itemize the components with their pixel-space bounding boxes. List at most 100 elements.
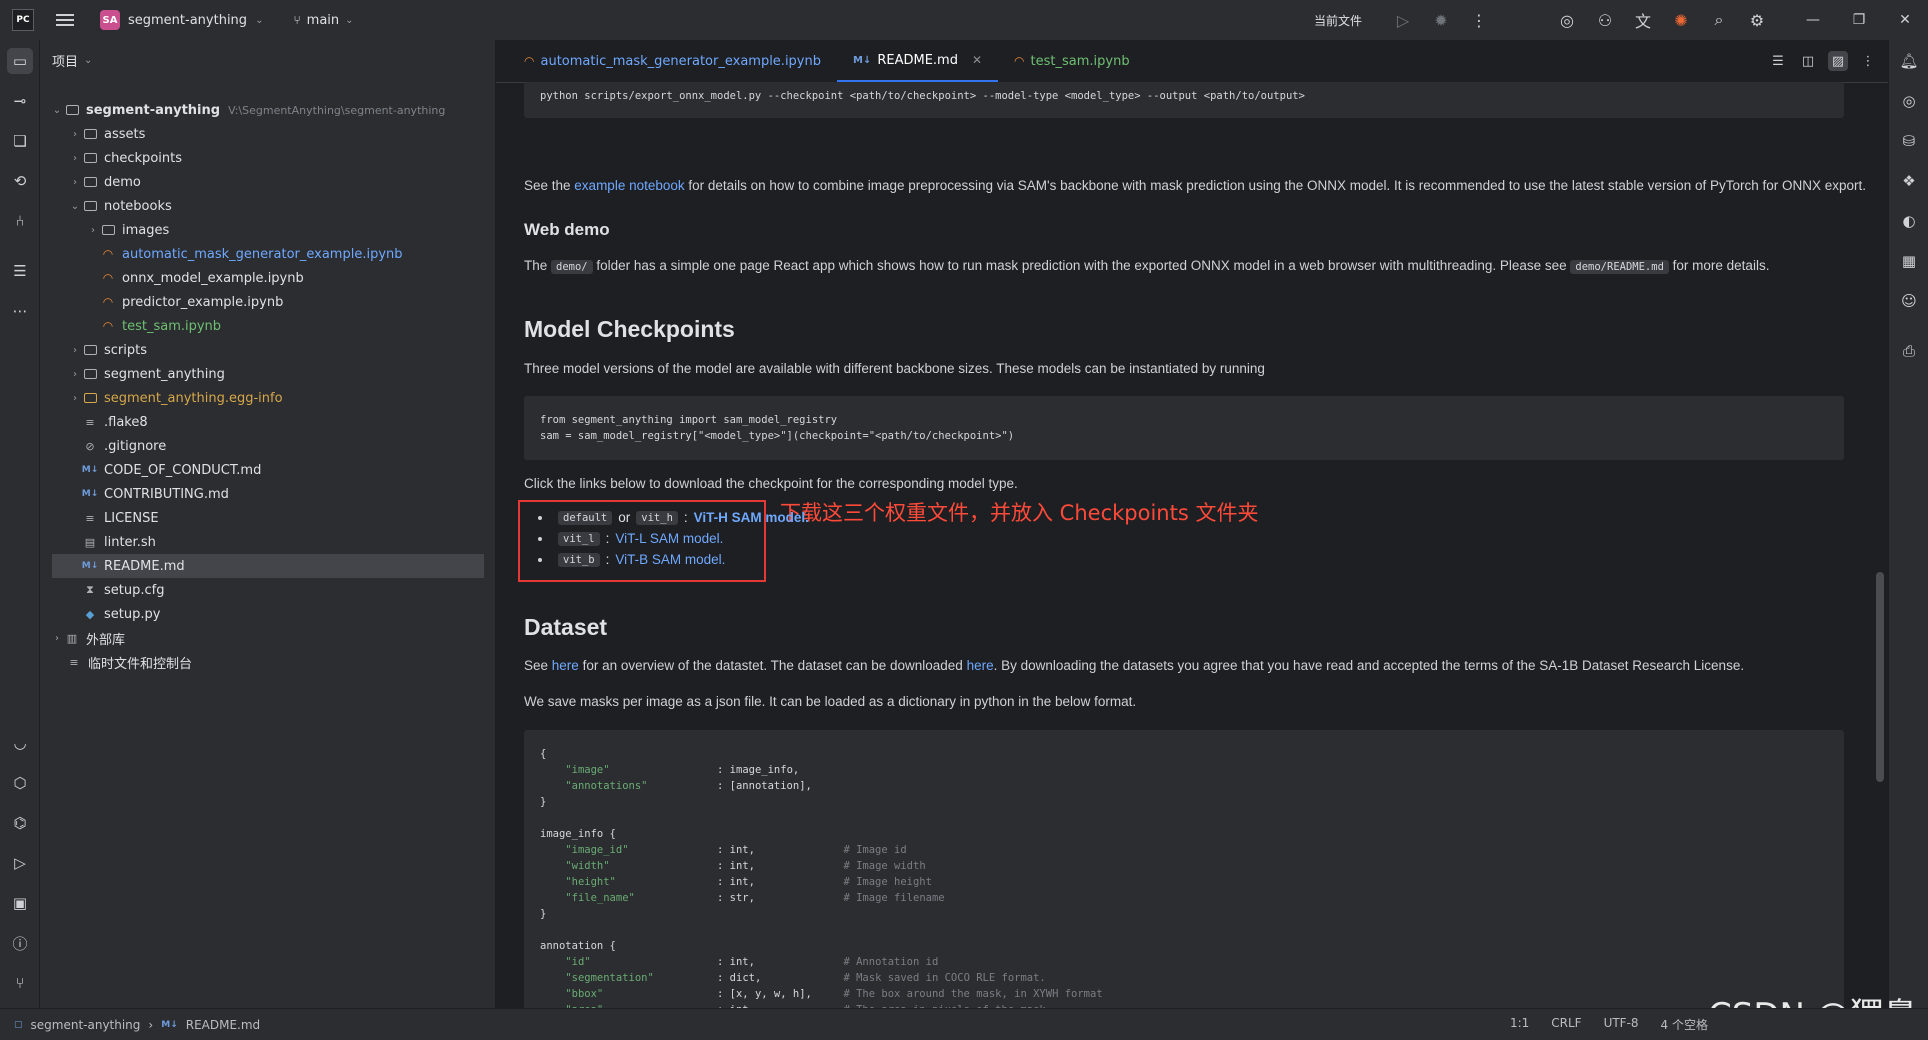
problems-icon[interactable]: ⓘ xyxy=(7,930,33,956)
tree-item-images[interactable]: › images xyxy=(86,218,526,242)
example-notebook-link[interactable]: example notebook xyxy=(574,178,684,193)
tree-item-demo[interactable]: › demo xyxy=(68,170,508,194)
tree-item-file[interactable]: ◆ setup.py xyxy=(82,602,522,626)
tree-item-file[interactable]: ≡ .flake8 xyxy=(82,410,522,434)
tree-item-notebooks[interactable]: ⌄ notebooks xyxy=(68,194,508,218)
tree-item-assets[interactable]: › assets xyxy=(68,122,508,146)
tree-item-scratches[interactable]: ≡ 临时文件和控制台 xyxy=(66,650,506,674)
git-icon[interactable]: ⑂ xyxy=(7,970,33,996)
debug-icon[interactable]: ✹ xyxy=(1430,9,1452,31)
python-packages-icon[interactable]: ⌬ xyxy=(7,810,33,836)
pycharm-logo-icon[interactable]: PC xyxy=(12,9,34,31)
pull-request-icon[interactable]: ⑃ xyxy=(7,208,33,234)
chevron-right-icon[interactable]: › xyxy=(86,225,100,236)
ai-assistant-icon[interactable]: ◎ xyxy=(1556,9,1578,31)
tree-item-file[interactable]: ⧗ setup.cfg xyxy=(82,578,522,602)
tab-readme[interactable]: M↓ README.md ✕ xyxy=(837,40,999,82)
paragraph-click-links: Click the links below to download the ch… xyxy=(524,476,1018,491)
run-icon[interactable]: ▷ xyxy=(1392,9,1414,31)
tree-item-segment-anything[interactable]: › segment_anything xyxy=(68,362,508,386)
chevron-right-icon[interactable]: › xyxy=(68,369,82,380)
indent-setting[interactable]: 4 个空格 xyxy=(1661,1016,1708,1033)
minimize-button[interactable]: — xyxy=(1790,0,1836,40)
tree-item-file[interactable]: ▤ linter.sh xyxy=(82,530,522,554)
chevron-right-icon[interactable]: › xyxy=(68,177,82,188)
chevron-right-icon[interactable]: › xyxy=(68,393,82,404)
vit-b-link[interactable]: ViT-B SAM model. xyxy=(615,552,725,567)
notifications-bell-icon[interactable]: 🔔︎ xyxy=(1896,48,1922,74)
tree-item-notebook-file[interactable]: ◠ automatic_mask_generator_example.ipynb xyxy=(100,242,540,266)
paragraph-example: See the example notebook for details on … xyxy=(524,178,1866,193)
structure-icon[interactable]: ☰ xyxy=(7,258,33,284)
project-switcher[interactable]: SA segment-anything ⌄ xyxy=(100,10,263,30)
tab-test-sam[interactable]: ◠ test_sam.ipynb xyxy=(998,40,1146,82)
more-icon[interactable]: ⋮ xyxy=(1858,51,1878,71)
vit-h-link[interactable]: ViT-H SAM model. xyxy=(694,510,809,525)
main-menu-icon[interactable] xyxy=(56,14,74,26)
dataset-download-link[interactable]: here xyxy=(967,658,994,673)
plugin-sun-icon[interactable]: ✺ xyxy=(1670,9,1692,31)
close-window-button[interactable]: ✕ xyxy=(1882,0,1928,40)
more-tools-icon[interactable]: ⋯ xyxy=(7,298,33,324)
search-icon[interactable]: ⌕ xyxy=(1708,9,1730,31)
tree-item-readme-selected[interactable]: M↓ README.md xyxy=(52,554,484,578)
close-icon[interactable]: ✕ xyxy=(972,53,982,67)
tree-item-root[interactable]: ⌄ segment-anything V:\SegmentAnything\se… xyxy=(50,98,490,122)
services-icon[interactable]: ⬡ xyxy=(7,770,33,796)
chevron-down-icon[interactable]: ⌄ xyxy=(50,105,64,116)
editor-scrollbar[interactable] xyxy=(1876,572,1884,782)
tree-label: 外部库 xyxy=(86,632,126,648)
restore-button[interactable]: ❐ xyxy=(1836,0,1882,40)
tree-item-file[interactable]: M↓ CODE_OF_CONDUCT.md xyxy=(82,458,522,482)
chevron-right-icon[interactable]: › xyxy=(68,345,82,356)
sciview-icon[interactable]: ▦ xyxy=(1896,248,1922,274)
line-separator[interactable]: CRLF xyxy=(1551,1016,1581,1033)
file-encoding[interactable]: UTF-8 xyxy=(1604,1016,1639,1033)
run-config-selector[interactable]: 当前文件 xyxy=(1314,12,1362,29)
settings-gear-icon[interactable]: ⚙ xyxy=(1746,9,1768,31)
terminal-icon[interactable]: ▣ xyxy=(7,890,33,916)
translate-icon[interactable]: 文 xyxy=(1632,9,1654,31)
copilot-icon[interactable]: ◐ xyxy=(1896,208,1922,234)
add-user-icon[interactable]: ⚇ xyxy=(1594,9,1616,31)
commit-icon[interactable]: ⊸ xyxy=(7,88,33,114)
tree-item-notebook-file[interactable]: ◠ test_sam.ipynb xyxy=(100,314,540,338)
caret-position[interactable]: 1:1 xyxy=(1510,1016,1529,1033)
breadcrumb-file[interactable]: README.md xyxy=(186,1018,260,1032)
tree-label: checkpoints xyxy=(104,150,182,166)
branch-switcher[interactable]: ⑂ main ⌄ xyxy=(293,13,353,28)
tab-automatic-mask-generator[interactable]: ◠ automatic_mask_generator_example.ipynb xyxy=(508,40,837,82)
project-panel-header[interactable]: 项目 ⌄ xyxy=(40,40,495,80)
python-console-icon[interactable]: ◡ xyxy=(7,730,33,756)
tree-item-egg-info[interactable]: › segment_anything.egg-info xyxy=(68,386,508,410)
refresh-icon[interactable]: ⟲ xyxy=(7,168,33,194)
tree-item-file[interactable]: M↓ CONTRIBUTING.md xyxy=(82,482,522,506)
project-folder-icon[interactable]: ▭ xyxy=(7,48,33,74)
chevron-down-icon[interactable]: ⌄ xyxy=(68,201,82,212)
breadcrumb-project[interactable]: segment-anything xyxy=(31,1018,141,1032)
chevron-right-icon[interactable]: › xyxy=(68,153,82,164)
tree-item-file[interactable]: ≡ LICENSE xyxy=(82,506,522,530)
dataset-overview-link[interactable]: here xyxy=(552,658,579,673)
tree-item-external-libs[interactable]: › ▥ 外部库 xyxy=(50,626,490,650)
tree-item-notebook-file[interactable]: ◠ predictor_example.ipynb xyxy=(100,290,540,314)
vit-l-link[interactable]: ViT-L SAM model. xyxy=(615,531,723,546)
tree-item-checkpoints[interactable]: › checkpoints xyxy=(68,146,508,170)
tree-item-notebook-file[interactable]: ◠ onnx_model_example.ipynb xyxy=(100,266,540,290)
plugin-icon[interactable]: ❖ xyxy=(1896,168,1922,194)
chevron-right-icon[interactable]: › xyxy=(50,633,64,644)
markdown-tool-icon[interactable]: ⎙ xyxy=(1896,338,1922,364)
tree-item-file[interactable]: ⊘ .gitignore xyxy=(82,434,522,458)
notebook-icon[interactable]: ❏ xyxy=(7,128,33,154)
editor-only-icon[interactable]: ☰ xyxy=(1768,51,1788,71)
ai-assistant-icon[interactable]: ◎ xyxy=(1896,88,1922,114)
chevron-right-icon[interactable]: › xyxy=(68,129,82,140)
preview-only-icon[interactable]: ▨ xyxy=(1828,51,1848,71)
database-icon[interactable]: ⛁ xyxy=(1896,128,1922,154)
split-view-icon[interactable]: ◫ xyxy=(1798,51,1818,71)
more-actions-icon[interactable]: ⋮ xyxy=(1468,9,1490,31)
bot-icon[interactable]: ☺ xyxy=(1896,288,1922,314)
run-tool-icon[interactable]: ▷ xyxy=(7,850,33,876)
jupyter-notebook-icon: ◠ xyxy=(1014,54,1025,68)
tree-item-scripts[interactable]: › scripts xyxy=(68,338,508,362)
